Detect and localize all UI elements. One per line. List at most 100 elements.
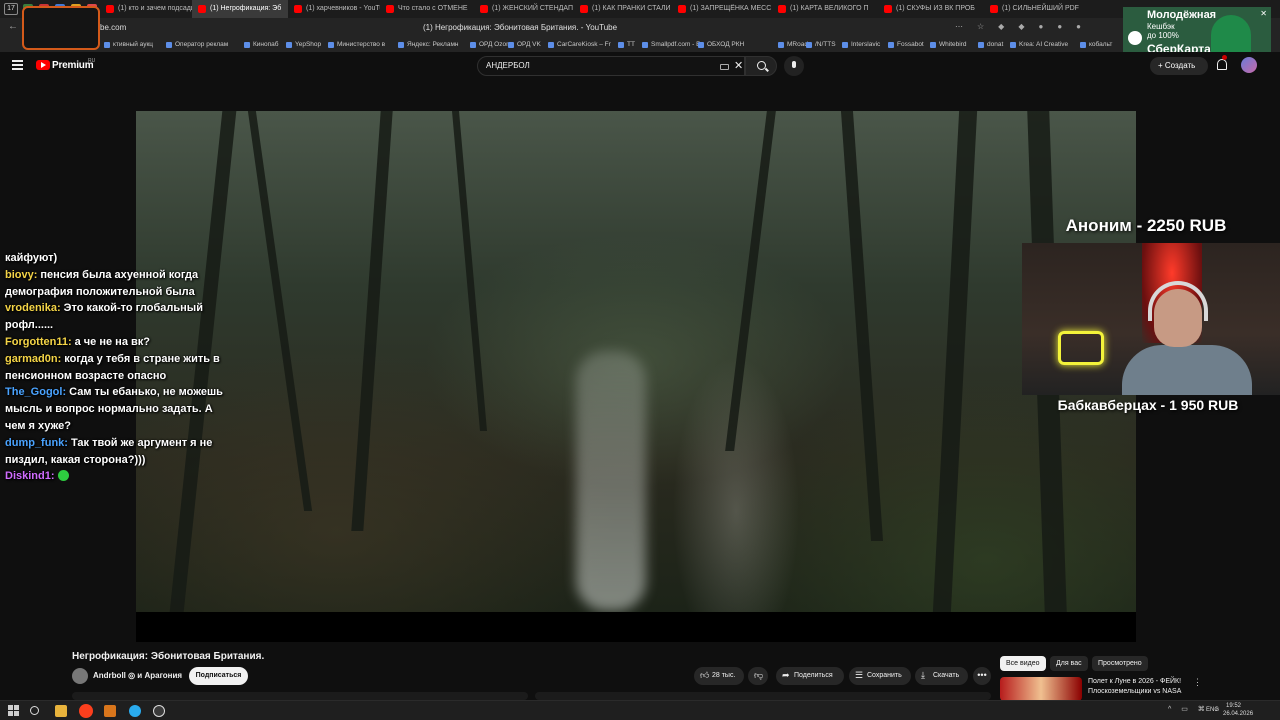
chat-username-text: vrodenika	[5, 302, 57, 315]
account-avatar[interactable]	[1241, 57, 1257, 73]
browser-tab-label: Что стало с ОТМЕНЕ	[398, 5, 468, 12]
video-player[interactable]	[136, 111, 1136, 612]
bookmark-icon[interactable]: ☆	[977, 22, 984, 31]
browser-tab[interactable]: (1) СКУФЫ ИЗ ВК ПРОБ	[878, 0, 984, 18]
bookmark-item[interactable]: MRoad	[778, 41, 808, 48]
streamer-body	[1122, 345, 1252, 395]
browser-tab[interactable]: (1) ЖЕНСКИЙ СТЕНДАП	[474, 0, 574, 18]
extension-icon[interactable]: ●	[1038, 22, 1043, 31]
bookmark-item[interactable]: ОБХОД РКН	[698, 41, 744, 48]
recommendation-thumbnail[interactable]	[1000, 677, 1082, 701]
bookmark-item[interactable]: TT	[618, 41, 635, 48]
bookmark-item[interactable]: Яндекс: Рекламн	[398, 41, 459, 48]
obs-icon[interactable]	[153, 705, 165, 717]
browser-tab[interactable]: (1) ЗАПРЕЩЁНКА МЕСС	[672, 0, 772, 18]
app-icon[interactable]	[104, 705, 116, 717]
hamburger-menu-icon[interactable]	[12, 60, 23, 70]
recommendation-menu-icon[interactable]: ⋮	[1193, 677, 1202, 688]
bookmark-item[interactable]: ктивный аукц	[104, 41, 153, 48]
browser-tab[interactable]: (1) СИЛЬНЕЙШИЙ PDF	[984, 0, 1084, 18]
clock-date[interactable]: 26.04.2026	[1223, 711, 1253, 717]
bookmark-item[interactable]: Krea: AI Creative	[1010, 41, 1068, 48]
bookmark-item[interactable]: Smallpdf.com - Бе	[642, 41, 704, 48]
bookmark-item[interactable]: Whitebird	[930, 41, 966, 48]
bookmark-item[interactable]: Кинопаб	[244, 41, 278, 48]
webcam-overlay-frame	[22, 6, 100, 50]
more-icon[interactable]: ⋯	[955, 22, 963, 31]
browser-tab[interactable]: Что стало с ОТМЕНЕ	[380, 0, 474, 18]
search-button[interactable]	[745, 56, 777, 76]
forest-stream	[576, 351, 646, 611]
tab-count-badge[interactable]: 17	[4, 3, 18, 15]
tree-trunk	[351, 111, 393, 531]
search-icon[interactable]	[30, 706, 39, 715]
extension-icon[interactable]: ●	[1057, 22, 1062, 31]
chat-text: а че не на вк?	[74, 335, 150, 348]
filter-chip[interactable]: Для вас	[1050, 656, 1088, 671]
bookmark-item[interactable]: ОРД VK	[508, 41, 541, 48]
bookmark-item[interactable]: /N/TTS	[806, 41, 836, 48]
tree-trunk	[932, 111, 978, 612]
save-button[interactable]: ☰ Сохранить	[849, 667, 911, 685]
share-label: Поделиться	[794, 672, 833, 679]
browser-tab[interactable]: (1) кто и зачем подсади	[100, 0, 192, 18]
extension-icon[interactable]: ◆	[998, 22, 1004, 31]
filter-chip[interactable]: Просмотрено	[1092, 656, 1148, 671]
more-actions-button[interactable]: •••	[973, 667, 991, 685]
chat-message: Diskind1:	[5, 468, 223, 485]
clear-search-icon[interactable]: ✕	[734, 59, 743, 72]
close-icon[interactable]: ✕	[1260, 9, 1267, 18]
description-panel	[72, 692, 528, 700]
download-label: Скачать	[933, 672, 960, 679]
tree-trunk	[247, 111, 313, 511]
youtube-logo-icon[interactable]	[36, 60, 50, 70]
browser-tab[interactable]: (1) КАК ПРАНКИ СТАЛИ	[574, 0, 672, 18]
bookmark-item[interactable]: Министерство в	[328, 41, 385, 48]
yandex-browser-icon[interactable]	[79, 704, 93, 718]
bookmark-item[interactable]: Оператор реклам	[166, 41, 228, 48]
bookmark-item[interactable]: Fossabot	[888, 41, 924, 48]
extension-icon[interactable]: ●	[1076, 22, 1081, 31]
browser-tab-label: (1) кто и зачем подсади	[118, 5, 192, 12]
channel-avatar[interactable]	[72, 668, 88, 684]
chat-message: The_Gogol: Сам ты ебанько, не можешь мысл…	[5, 384, 223, 434]
dislike-button[interactable]: 👎︎	[748, 667, 768, 685]
recommendation-title[interactable]: Полет к Луне в 2026 - ФЕЙК! Плоскоземель…	[1088, 677, 1192, 697]
browser-tab[interactable]: (1) харчевников - YouTub	[288, 0, 380, 18]
file-explorer-icon[interactable]	[55, 705, 67, 717]
extension-icon[interactable]: ◆	[1018, 22, 1024, 31]
bookmark-item[interactable]: donat	[978, 41, 1003, 48]
browser-tab-label: (1) ЖЕНСКИЙ СТЕНДАП	[492, 5, 574, 12]
bookmarks-bar: ктивный аукц Оператор реклам Кинопаб YepSho…	[0, 38, 1280, 52]
chat-message: кайфуют)	[5, 250, 223, 267]
chat-username: garmad0n:	[5, 353, 61, 365]
bookmark-item[interactable]: ОРД Ozon	[470, 41, 510, 48]
download-icon: ⤓	[921, 670, 925, 680]
browser-tab-label: (1) КАК ПРАНКИ СТАЛИ	[592, 5, 671, 12]
share-button[interactable]: ➦ Поделиться	[776, 667, 844, 685]
browser-tab[interactable]: (1) Негрофикация: Эб✕	[192, 0, 288, 18]
channel-name[interactable]: Andrboll ◎ и Арагония	[93, 671, 182, 680]
browser-tab[interactable]: (1) КАРТА ВЕЛИКОГО П	[772, 0, 878, 18]
chat-username-separator: :	[57, 352, 62, 365]
bookmark-item[interactable]: Interslavic	[842, 41, 880, 48]
bookmark-item[interactable]: кобальт	[1080, 41, 1112, 48]
youtube-header: Premium RU ✕ + Создать	[0, 52, 1280, 80]
subscribe-button[interactable]: Подписаться	[189, 667, 248, 685]
bookmark-item[interactable]: YepShop	[286, 41, 321, 48]
bookmark-item[interactable]: CarCareKiosk – Fr	[548, 41, 611, 48]
create-button[interactable]: + Создать	[1150, 57, 1208, 75]
thumbs-up-icon: 👍︎	[700, 670, 710, 680]
telegram-icon[interactable]	[129, 705, 141, 717]
clock-time[interactable]: 19:52	[1226, 703, 1241, 709]
voice-search-button[interactable]	[784, 56, 804, 76]
like-button[interactable]: 👍︎ 28 тыс.	[694, 667, 744, 685]
keyboard-icon[interactable]	[720, 64, 729, 70]
search-input[interactable]	[486, 61, 706, 70]
notifications-bell-icon[interactable]	[1217, 59, 1227, 70]
chat-username-separator: :	[67, 335, 72, 348]
language-indicator[interactable]: ENG	[1206, 707, 1219, 713]
windows-start-icon[interactable]	[8, 705, 20, 717]
download-button[interactable]: ⤓ Скачать	[915, 667, 968, 685]
filter-chip[interactable]: Все видео	[1000, 656, 1046, 671]
